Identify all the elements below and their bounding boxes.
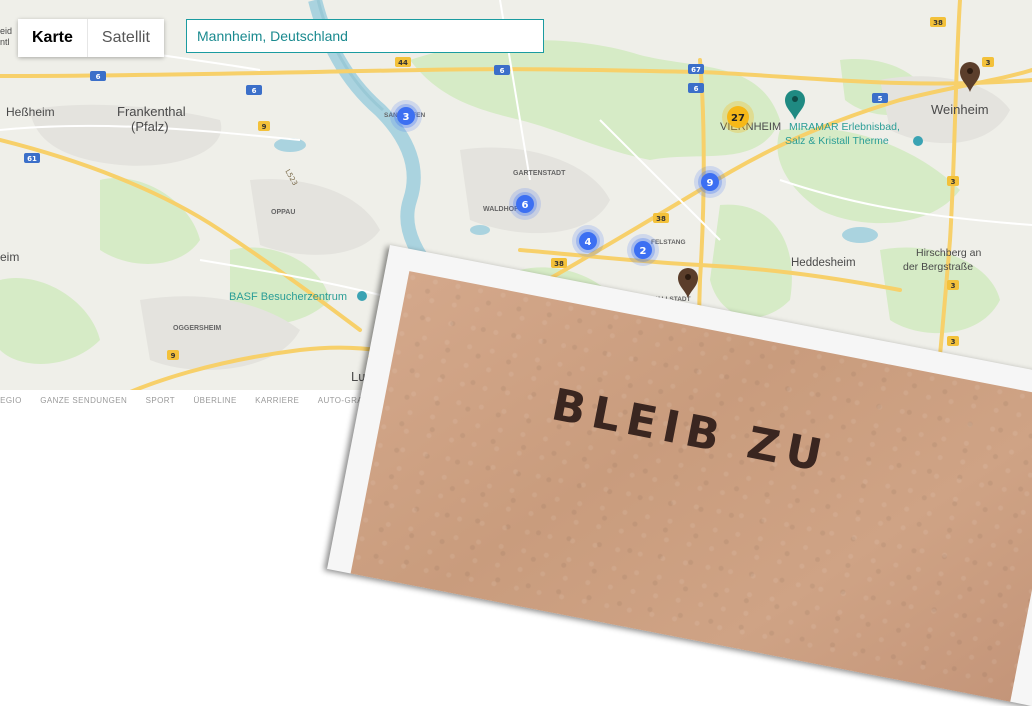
nav-item[interactable]: GANZE SENDUNGEN <box>40 396 127 405</box>
place-label: Frankenthal <box>117 104 186 119</box>
road-shield: 3 <box>947 176 959 186</box>
road-shield: 6 <box>246 85 262 95</box>
poi-icon <box>357 291 367 301</box>
road-shield: 61 <box>24 153 40 163</box>
svg-text:6: 6 <box>96 73 101 81</box>
svg-text:6: 6 <box>694 85 699 93</box>
place-label: der Bergstraße <box>903 261 973 273</box>
location-search <box>186 19 544 53</box>
place-label: Heßheim <box>6 105 55 119</box>
svg-text:3: 3 <box>986 59 991 67</box>
lake <box>842 227 878 243</box>
place-label: Weinheim <box>931 102 989 117</box>
place-label: Heddesheim <box>791 257 856 269</box>
road-shield: 6 <box>688 83 704 93</box>
cluster[interactable]: 9 <box>694 166 726 198</box>
cluster[interactable]: 27 <box>722 101 754 133</box>
location-search-input[interactable] <box>187 20 543 52</box>
bottom-nav: REGIO GANZE SENDUNGEN SPORT ÜBERLINE KAR… <box>0 390 400 406</box>
svg-text:67: 67 <box>691 66 701 74</box>
place-label: eim <box>0 250 19 264</box>
road-shield: 6 <box>90 71 106 81</box>
road-shield: 67 <box>688 64 704 74</box>
svg-text:2: 2 <box>640 246 647 257</box>
nav-item[interactable]: REGIO <box>0 396 22 405</box>
svg-text:9: 9 <box>262 123 267 131</box>
road-shield: 6 <box>494 65 510 75</box>
place-label: Salz & Kristall Therme <box>785 135 889 147</box>
svg-text:3: 3 <box>403 112 410 123</box>
cluster[interactable]: 3 <box>390 100 422 132</box>
road-shield: 5 <box>872 93 888 103</box>
map-type-karte-button[interactable]: Karte <box>18 19 87 57</box>
cluster[interactable]: 2 <box>627 234 659 266</box>
svg-text:3: 3 <box>951 282 956 290</box>
nav-item[interactable]: SPORT <box>146 396 175 405</box>
place-label: MIRAMAR Erlebnisbad, <box>789 121 900 133</box>
place-label: OGGERSHEIM <box>173 325 221 332</box>
road-shield: 3 <box>947 280 959 290</box>
svg-text:61: 61 <box>27 155 37 163</box>
map-type-satellit-button[interactable]: Satellit <box>87 19 164 57</box>
svg-text:3: 3 <box>951 178 956 186</box>
road-shield: 38 <box>653 213 669 223</box>
road-shield: 38 <box>551 258 567 268</box>
place-label: eid <box>0 26 12 36</box>
svg-text:3: 3 <box>951 338 956 346</box>
svg-text:4: 4 <box>585 237 592 248</box>
poi-icon <box>913 136 923 146</box>
road-shield: 3 <box>982 57 994 67</box>
place-label: (Pfalz) <box>131 119 169 134</box>
svg-text:5: 5 <box>878 95 883 103</box>
svg-text:9: 9 <box>707 178 714 189</box>
svg-text:27: 27 <box>731 113 745 124</box>
road-shield: 9 <box>167 350 179 360</box>
place-label: Hirschberg an <box>916 247 982 259</box>
place-label: GARTENSTADT <box>513 170 566 177</box>
road-shield: 38 <box>930 17 946 27</box>
svg-text:6: 6 <box>522 200 529 211</box>
road-shield: 3 <box>947 336 959 346</box>
svg-text:9: 9 <box>171 352 176 360</box>
cluster[interactable]: 4 <box>572 225 604 257</box>
nav-item[interactable]: ÜBERLINE <box>193 396 236 405</box>
place-label: OPPAU <box>271 209 295 216</box>
promo-card-title: BLEIB ZU <box>547 379 833 484</box>
svg-text:44: 44 <box>398 59 408 67</box>
map-type-control: Karte Satellit <box>18 19 164 57</box>
svg-text:38: 38 <box>554 260 564 268</box>
svg-text:38: 38 <box>656 215 666 223</box>
lake <box>470 225 490 235</box>
cluster[interactable]: 6 <box>509 188 541 220</box>
road-shield: 44 <box>395 57 411 67</box>
svg-text:38: 38 <box>933 19 943 27</box>
place-label: ntl <box>0 37 10 47</box>
lake <box>274 138 306 152</box>
svg-text:6: 6 <box>500 67 505 75</box>
place-label: BASF Besucherzentrum <box>229 291 347 303</box>
road-shield: 9 <box>258 121 270 131</box>
svg-text:6: 6 <box>252 87 257 95</box>
nav-item[interactable]: KARRIERE <box>255 396 299 405</box>
